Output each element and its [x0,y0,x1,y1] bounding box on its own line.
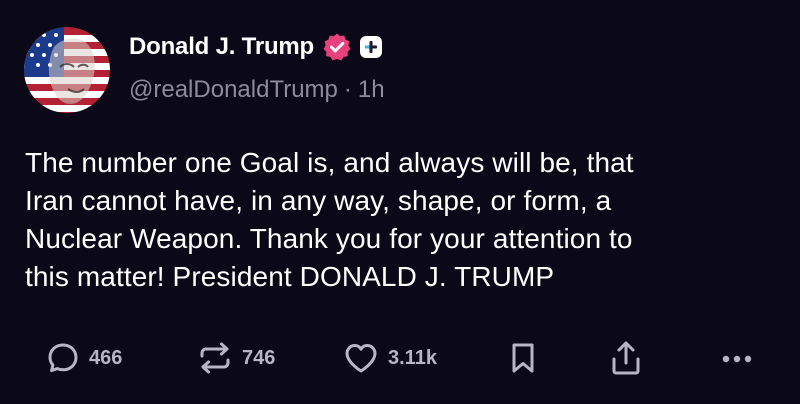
author-meta-row: @realDonaldTrump · 1h [129,76,385,104]
verified-badge-icon [322,32,352,62]
like-button[interactable]: 3.11k [342,336,437,380]
repost-button[interactable]: 746 [196,336,275,380]
bookmark-icon [506,340,540,376]
comment-icon [45,340,81,376]
share-icon [608,339,644,377]
repost-count: 746 [242,346,276,369]
more-dots-icon [718,340,756,376]
post-timestamp[interactable]: 1h [358,76,385,104]
author-handle[interactable]: @realDonaldTrump [129,76,338,104]
author-display-name[interactable]: Donald J. Trump [129,33,314,61]
plus-badge-icon[interactable] [360,36,383,58]
meta-separator: · [343,76,352,103]
avatar-image [24,27,110,113]
avatar[interactable] [24,27,110,113]
like-count: 3.11k [388,346,437,369]
bookmark-button[interactable] [506,336,540,380]
post-actions-bar: 466 746 3.11k [0,336,800,380]
post-body-text: The number one Goal is, and always will … [25,147,634,292]
repost-icon [196,340,234,376]
more-options-button[interactable] [718,336,756,380]
reply-count: 466 [89,346,123,369]
reply-button[interactable]: 466 [45,336,122,380]
post-card: Donald J. Trump @realDonaldTrump · 1h Th… [0,0,800,404]
share-button[interactable] [608,336,644,380]
heart-icon [342,340,380,376]
author-name-row: Donald J. Trump [129,30,383,64]
